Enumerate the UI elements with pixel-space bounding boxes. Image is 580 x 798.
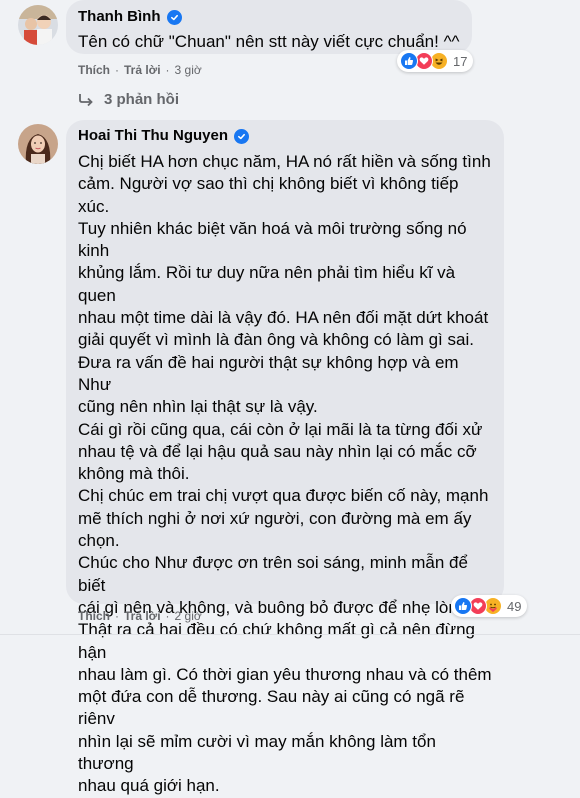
reply-arrow-icon <box>78 93 94 107</box>
comment-bubble-1: Thanh Bình Tên có chữ "Chuan" nên stt nà… <box>66 0 472 54</box>
comment-author-name[interactable]: Hoai Thi Thu Nguyen <box>78 126 228 146</box>
comments-divider <box>0 634 580 635</box>
view-replies-link[interactable]: 3 phản hồi <box>78 91 179 108</box>
comment-timestamp[interactable]: 3 giờ <box>175 63 202 77</box>
reaction-summary-1[interactable]: 17 <box>397 50 474 72</box>
avatar-thanh-binh[interactable] <box>18 5 58 45</box>
reaction-count-2: 49 <box>507 598 522 614</box>
reaction-count-1: 17 <box>453 53 468 69</box>
reply-button[interactable]: Trả lời <box>124 609 161 623</box>
like-button[interactable]: Thích <box>78 609 110 623</box>
comment-bubble-2: Hoai Thi Thu Nguyen Chị biết HA hơn chục… <box>66 120 504 795</box>
verified-check-icon <box>166 9 182 25</box>
comment-actions-1: Thích · Trả lời · 3 giờ <box>78 63 202 77</box>
replies-count-label: 3 phản hồi <box>104 91 179 108</box>
like-icon <box>400 52 418 70</box>
like-button[interactable]: Thích <box>78 63 110 77</box>
like-icon <box>454 597 472 615</box>
comment-actions-2: Thích · Trả lời · 2 giờ <box>78 609 202 623</box>
avatar-hoai-thi-thu-nguyen[interactable] <box>18 124 58 164</box>
reaction-summary-2[interactable]: 49 <box>451 595 528 617</box>
reply-button[interactable]: Trả lời <box>124 63 161 77</box>
verified-check-icon <box>234 128 249 144</box>
comment-author-name[interactable]: Thanh Bình <box>78 7 161 27</box>
comment-text: Chị biết HA hơn chục năm, HA nó rất hiền… <box>78 152 492 796</box>
comment-timestamp[interactable]: 2 giờ <box>175 609 202 623</box>
